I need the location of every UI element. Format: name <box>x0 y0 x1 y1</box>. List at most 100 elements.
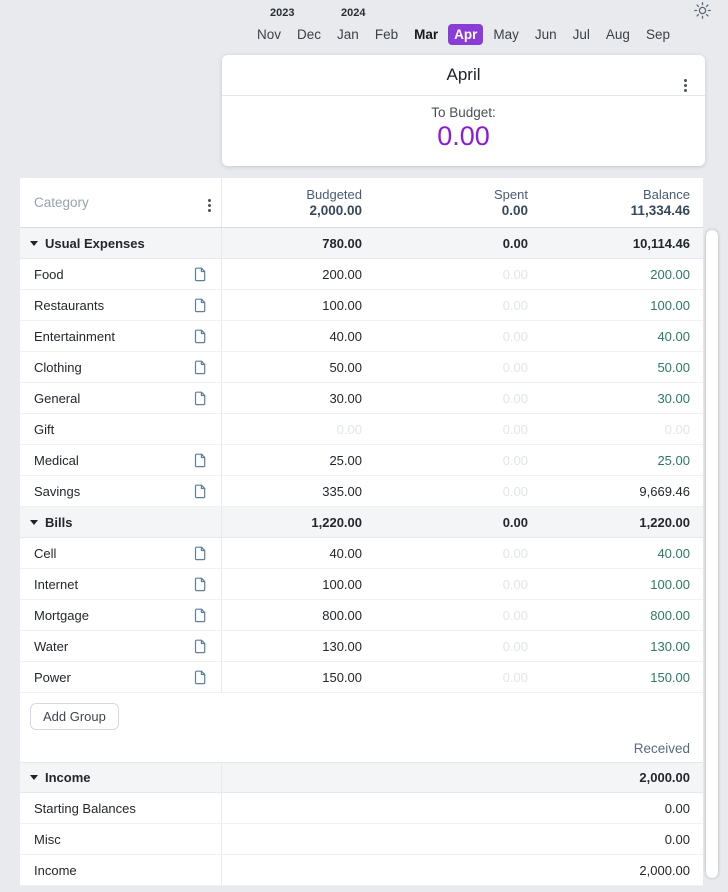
col-s-value: 0.00 <box>502 514 528 530</box>
col-b-value[interactable]: 40.00 <box>222 321 362 351</box>
group-row-bills[interactable]: Bills 1,220.00 0.00 1,220.00 <box>20 507 703 538</box>
category-row-general[interactable]: General 30.00 0.00 30.00 <box>20 383 703 414</box>
month-feb[interactable]: Feb <box>369 24 404 45</box>
category-name-label[interactable]: Power <box>34 670 71 685</box>
category-row-internet[interactable]: Internet 100.00 0.00 100.00 <box>20 569 703 600</box>
category-name-label[interactable]: Starting Balances <box>34 801 136 816</box>
note-icon[interactable] <box>194 577 207 595</box>
category-row-food[interactable]: Food 200.00 0.00 200.00 <box>20 259 703 290</box>
category-name-label[interactable]: Gift <box>34 422 54 437</box>
category-name-label[interactable]: Misc <box>34 832 61 847</box>
category-row-gift[interactable]: Gift 0.00 0.00 0.00 <box>20 414 703 445</box>
note-icon[interactable] <box>194 608 207 626</box>
income-row-misc[interactable]: Misc 0.00 <box>20 824 703 855</box>
category-row-mortgage[interactable]: Mortgage 800.00 0.00 800.00 <box>20 600 703 631</box>
note-icon[interactable] <box>194 391 207 409</box>
month-navigation: 2023 2024 Nov Dec Jan Feb Mar Apr May Jun Jul Aug… <box>222 7 705 45</box>
category-row-medical[interactable]: Medical 25.00 0.00 25.00 <box>20 445 703 476</box>
col-bal-value: 0.00 <box>664 800 690 816</box>
col-bal-value[interactable]: 25.00 <box>528 445 703 475</box>
note-icon[interactable] <box>194 639 207 657</box>
col-bal-value[interactable]: 200.00 <box>528 259 703 289</box>
category-name-label[interactable]: Cell <box>34 546 56 561</box>
month-mar[interactable]: Mar <box>408 24 444 45</box>
category-name-label[interactable]: Clothing <box>34 360 82 375</box>
vertical-scrollbar-thumb[interactable] <box>706 230 718 878</box>
add-group-button[interactable]: Add Group <box>30 703 119 730</box>
category-name-label[interactable]: Restaurants <box>34 298 104 313</box>
category-name-label[interactable]: Food <box>34 267 64 282</box>
col-s-value: 0.00 <box>502 328 528 344</box>
col-bal-value[interactable]: 800.00 <box>528 600 703 630</box>
col-bal-value[interactable]: 40.00 <box>528 321 703 351</box>
month-may[interactable]: May <box>487 24 525 45</box>
group-row-income[interactable]: Income 2,000.00 <box>20 762 703 793</box>
col-b-value[interactable]: 25.00 <box>222 445 362 475</box>
col-bal-value[interactable]: 100.00 <box>528 569 703 599</box>
income-row-income[interactable]: Income 2,000.00 <box>20 855 703 886</box>
category-name-label[interactable]: General <box>34 391 80 406</box>
col-b-value[interactable]: 800.00 <box>222 600 362 630</box>
category-name-cell: Internet <box>20 569 222 599</box>
month-jan[interactable]: Jan <box>331 24 365 45</box>
category-row-water[interactable]: Water 130.00 0.00 130.00 <box>20 631 703 662</box>
group-row-usual-expenses[interactable]: Usual Expenses 780.00 0.00 10,114.46 <box>20 228 703 259</box>
note-icon[interactable] <box>194 546 207 564</box>
to-budget-amount[interactable]: 0.00 <box>222 121 705 152</box>
col-b-value[interactable]: 100.00 <box>222 290 362 320</box>
month-aug[interactable]: Aug <box>600 24 636 45</box>
col-bal-value[interactable]: 30.00 <box>528 383 703 413</box>
category-name-label[interactable]: Medical <box>34 453 79 468</box>
group-name-label: Income <box>45 770 91 785</box>
col-bal-value[interactable]: 100.00 <box>528 290 703 320</box>
collapse-group-icon[interactable] <box>30 519 38 525</box>
category-row-restaurants[interactable]: Restaurants 100.00 0.00 100.00 <box>20 290 703 321</box>
col-b-value[interactable]: 335.00 <box>222 476 362 506</box>
col-bal-value[interactable]: 150.00 <box>528 662 703 692</box>
month-apr[interactable]: Apr <box>448 24 484 45</box>
month-jul[interactable]: Jul <box>567 24 596 45</box>
category-row-cell[interactable]: Cell 40.00 0.00 40.00 <box>20 538 703 569</box>
note-icon[interactable] <box>194 329 207 347</box>
month-sep[interactable]: Sep <box>640 24 676 45</box>
col-b-value[interactable]: 0.00 <box>222 414 362 444</box>
col-b-value[interactable]: 200.00 <box>222 259 362 289</box>
category-name-label[interactable]: Income <box>34 863 77 878</box>
month-dec[interactable]: Dec <box>291 24 327 45</box>
col-bal-value[interactable]: 0.00 <box>528 414 703 444</box>
note-icon[interactable] <box>194 360 207 378</box>
col-b-value[interactable]: 50.00 <box>222 352 362 382</box>
collapse-group-icon[interactable] <box>30 775 38 780</box>
category-row-savings[interactable]: Savings 335.00 0.00 9,669.46 <box>20 476 703 507</box>
col-b-value[interactable]: 150.00 <box>222 662 362 692</box>
note-icon[interactable] <box>194 484 207 502</box>
category-header-cell: Category <box>20 178 222 227</box>
col-bal-value[interactable]: 50.00 <box>528 352 703 382</box>
col-b-value[interactable]: 30.00 <box>222 383 362 413</box>
col-bal-value[interactable]: 130.00 <box>528 631 703 661</box>
note-icon[interactable] <box>194 267 207 285</box>
note-icon[interactable] <box>194 670 207 688</box>
category-row-power[interactable]: Power 150.00 0.00 150.00 <box>20 662 703 693</box>
note-icon[interactable] <box>194 453 207 471</box>
category-menu-button[interactable] <box>208 194 211 212</box>
category-row-entertainment[interactable]: Entertainment 40.00 0.00 40.00 <box>20 321 703 352</box>
month-jun[interactable]: Jun <box>529 24 563 45</box>
category-name-label[interactable]: Entertainment <box>34 329 115 344</box>
category-name-label[interactable]: Mortgage <box>34 608 89 623</box>
collapse-group-icon[interactable] <box>30 240 38 246</box>
col-bal-value[interactable]: 9,669.46 <box>528 476 703 506</box>
month-nov[interactable]: Nov <box>251 24 287 45</box>
group-name-cell: Bills <box>20 507 222 537</box>
category-name-label[interactable]: Savings <box>34 484 80 499</box>
col-b-value[interactable]: 40.00 <box>222 538 362 568</box>
col-b-value[interactable]: 100.00 <box>222 569 362 599</box>
income-row-starting-balances[interactable]: Starting Balances 0.00 <box>20 793 703 824</box>
category-row-clothing[interactable]: Clothing 50.00 0.00 50.00 <box>20 352 703 383</box>
col-b-value[interactable]: 130.00 <box>222 631 362 661</box>
category-name-label[interactable]: Internet <box>34 577 78 592</box>
category-name-label[interactable]: Water <box>34 639 68 654</box>
col-bal-value[interactable]: 40.00 <box>528 538 703 568</box>
month-menu-button[interactable] <box>684 74 687 92</box>
note-icon[interactable] <box>194 298 207 316</box>
